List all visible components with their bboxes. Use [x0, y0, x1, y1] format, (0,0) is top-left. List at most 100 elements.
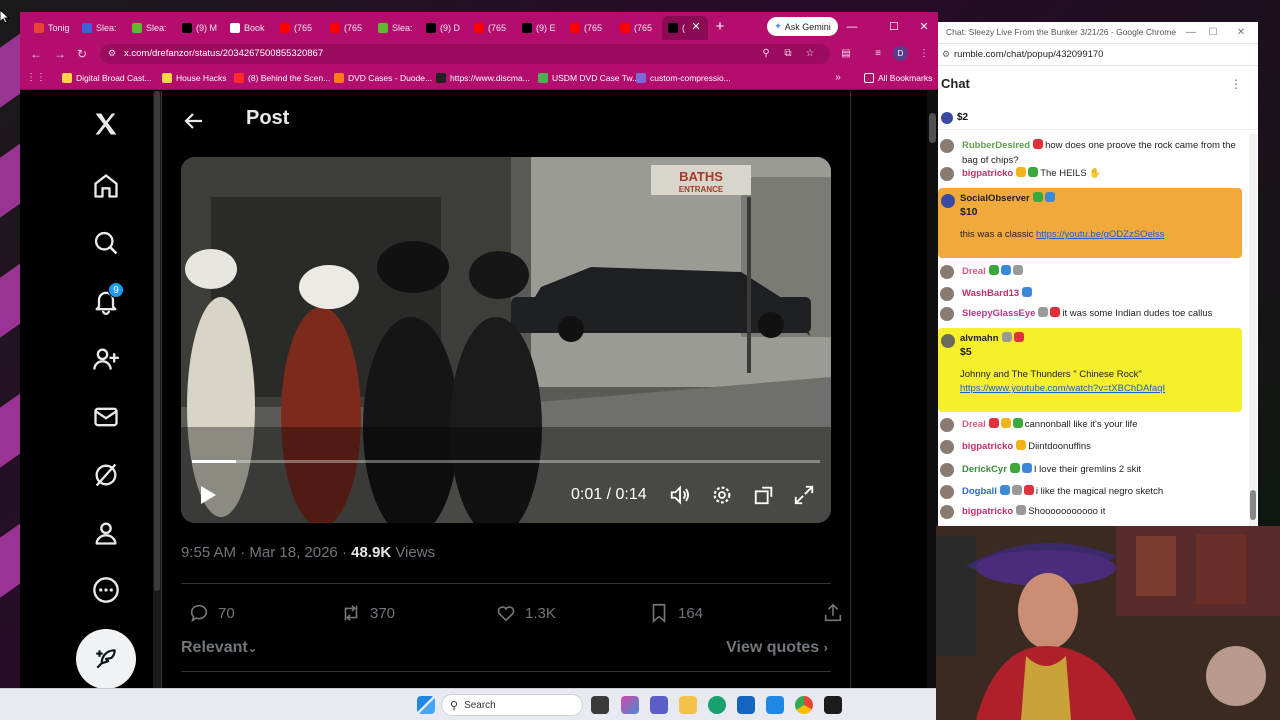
fullscreen-icon[interactable]: [793, 484, 815, 506]
minimize-icon[interactable]: —: [1184, 26, 1198, 40]
obs-icon[interactable]: [824, 696, 842, 714]
chat-username[interactable]: bigpatricko: [962, 168, 1013, 179]
start-icon[interactable]: [417, 696, 435, 714]
view-quotes-link[interactable]: View quotes ›: [726, 639, 828, 657]
browser-tab[interactable]: (9) E: [516, 16, 562, 40]
sort-relevant-dropdown[interactable]: Relevant⌄: [181, 639, 257, 657]
reply-button[interactable]: 70: [188, 603, 235, 623]
chat-username[interactable]: Dogball: [962, 486, 997, 497]
back-arrow-icon[interactable]: [182, 109, 206, 133]
teams-icon[interactable]: [650, 696, 668, 714]
home-icon[interactable]: [88, 168, 124, 204]
chat-username[interactable]: DerickCyr: [962, 464, 1007, 475]
photos-icon[interactable]: [766, 696, 784, 714]
chrome-icon[interactable]: [795, 696, 813, 714]
zoom-icon[interactable]: ⚲: [758, 46, 774, 62]
store-icon[interactable]: [737, 696, 755, 714]
bookmark-item[interactable]: DVD Cases - Duode...: [334, 71, 432, 85]
compose-post-button[interactable]: [76, 629, 136, 688]
forward-icon[interactable]: →: [52, 46, 68, 62]
settings-gear-icon[interactable]: [711, 484, 733, 506]
profile-avatar[interactable]: D: [893, 46, 908, 61]
chat-username[interactable]: Dreal: [962, 419, 986, 430]
chat-username[interactable]: Dreal: [962, 266, 986, 277]
minimize-icon[interactable]: —: [844, 19, 860, 35]
grok-icon[interactable]: [88, 457, 124, 493]
play-icon[interactable]: [195, 483, 219, 507]
maximize-icon[interactable]: ☐: [886, 19, 902, 35]
bookmark-item[interactable]: https://www.discma...: [436, 71, 530, 85]
bookmark-button[interactable]: 164: [648, 603, 703, 624]
close-window-icon[interactable]: ✕: [1234, 26, 1248, 40]
chat-username[interactable]: alvmahn: [960, 333, 999, 344]
chat-menu-icon[interactable]: ⋮: [1228, 76, 1244, 92]
search-icon[interactable]: [88, 225, 124, 261]
browser-tab[interactable]: (9) D: [420, 16, 466, 40]
copilot-icon[interactable]: [621, 696, 639, 714]
dock-video-icon[interactable]: [753, 484, 775, 506]
file-explorer-icon[interactable]: [679, 696, 697, 714]
address-bar[interactable]: ⚙ x.com/drefanzor/status/203426750085532…: [100, 44, 830, 64]
edge-icon[interactable]: [708, 696, 726, 714]
chrome-menu-icon[interactable]: ⋮: [916, 46, 932, 62]
taskbar-search[interactable]: ⚲ Search: [441, 694, 583, 716]
bookmark-item[interactable]: Digital Broad Cast...: [62, 71, 152, 85]
repost-button[interactable]: 370: [340, 603, 395, 623]
follow-icon[interactable]: [88, 341, 124, 377]
chat-username[interactable]: bigpatricko: [962, 506, 1013, 517]
maximize-icon[interactable]: ☐: [1206, 26, 1220, 40]
cast-icon[interactable]: ⧉: [780, 46, 796, 62]
browser-tab[interactable]: Tonig: [28, 16, 74, 40]
new-tab-button[interactable]: +: [712, 18, 728, 36]
messages-icon[interactable]: [88, 399, 124, 435]
like-button[interactable]: 1.3K: [495, 603, 556, 623]
share-button[interactable]: [822, 603, 844, 623]
more-bookmarks-icon[interactable]: »: [830, 70, 846, 86]
chat-scrollbar[interactable]: [1249, 134, 1257, 526]
address-bar[interactable]: ⚙ rumble.com/chat/popup/432099170: [938, 44, 1258, 66]
x-logo-icon[interactable]: [88, 106, 124, 142]
back-icon[interactable]: ←: [28, 46, 44, 62]
all-bookmarks-button[interactable]: All Bookmarks: [864, 71, 932, 85]
chat-username[interactable]: WashBard13: [962, 288, 1019, 299]
pinned-rant-bar[interactable]: $2: [938, 106, 1258, 130]
browser-tab[interactable]: (765: [274, 16, 320, 40]
close-tab-icon[interactable]: ✕: [689, 20, 703, 34]
browser-tab[interactable]: Slea:: [76, 16, 122, 40]
chat-username[interactable]: SocialObserver: [960, 193, 1030, 204]
sidepanel-icon[interactable]: ▤: [838, 46, 854, 62]
browser-tab[interactable]: Slea:: [126, 16, 172, 40]
task-view-icon[interactable]: [591, 696, 609, 714]
apps-grid-icon[interactable]: ⋮⋮: [26, 70, 46, 86]
browser-tab[interactable]: (765: [564, 16, 610, 40]
browser-tab[interactable]: (765: [324, 16, 370, 40]
site-info-icon[interactable]: ⚙: [108, 48, 116, 59]
chat-username[interactable]: SleepyGlassEye: [962, 308, 1035, 319]
close-window-icon[interactable]: ✕: [916, 19, 932, 35]
video-progress-bar[interactable]: [192, 460, 820, 463]
browser-tab[interactable]: (765: [468, 16, 514, 40]
bookmark-item[interactable]: House Hacks: [162, 71, 227, 85]
rant-link[interactable]: https://www.youtube.com/watch?v=tXBChDAf…: [960, 383, 1165, 394]
avatar: [940, 265, 954, 279]
browser-tab[interactable]: Slea:: [372, 16, 418, 40]
video-player[interactable]: BATHS ENTRANCE 0:01 / 0:14: [181, 157, 831, 523]
browser-tab[interactable]: (9) M: [176, 16, 222, 40]
bookmark-item[interactable]: USDM DVD Case Tw...: [538, 71, 639, 85]
bookmark-item[interactable]: (8) Behind the Scen...: [234, 71, 330, 85]
site-info-icon[interactable]: ⚙: [942, 49, 950, 60]
ask-gemini-button[interactable]: ✦ Ask Gemini: [767, 17, 838, 36]
sidebar-scrollbar[interactable]: [153, 91, 161, 688]
chat-username[interactable]: RubberDesired: [962, 140, 1030, 151]
more-icon[interactable]: [88, 572, 124, 608]
bookmark-star-icon[interactable]: ☆: [802, 46, 818, 62]
browser-tab[interactable]: Book: [224, 16, 270, 40]
extensions-icon[interactable]: ≡: [870, 46, 886, 62]
bookmark-item[interactable]: custom-compressio...: [636, 71, 731, 85]
browser-tab[interactable]: (765: [614, 16, 660, 40]
reload-icon[interactable]: ↻: [74, 46, 90, 62]
volume-icon[interactable]: [669, 484, 691, 506]
profile-icon[interactable]: [88, 515, 124, 551]
chat-username[interactable]: bigpatricko: [962, 441, 1013, 452]
rant-link[interactable]: https://youtu.be/gODZzSOelss: [1036, 229, 1164, 240]
